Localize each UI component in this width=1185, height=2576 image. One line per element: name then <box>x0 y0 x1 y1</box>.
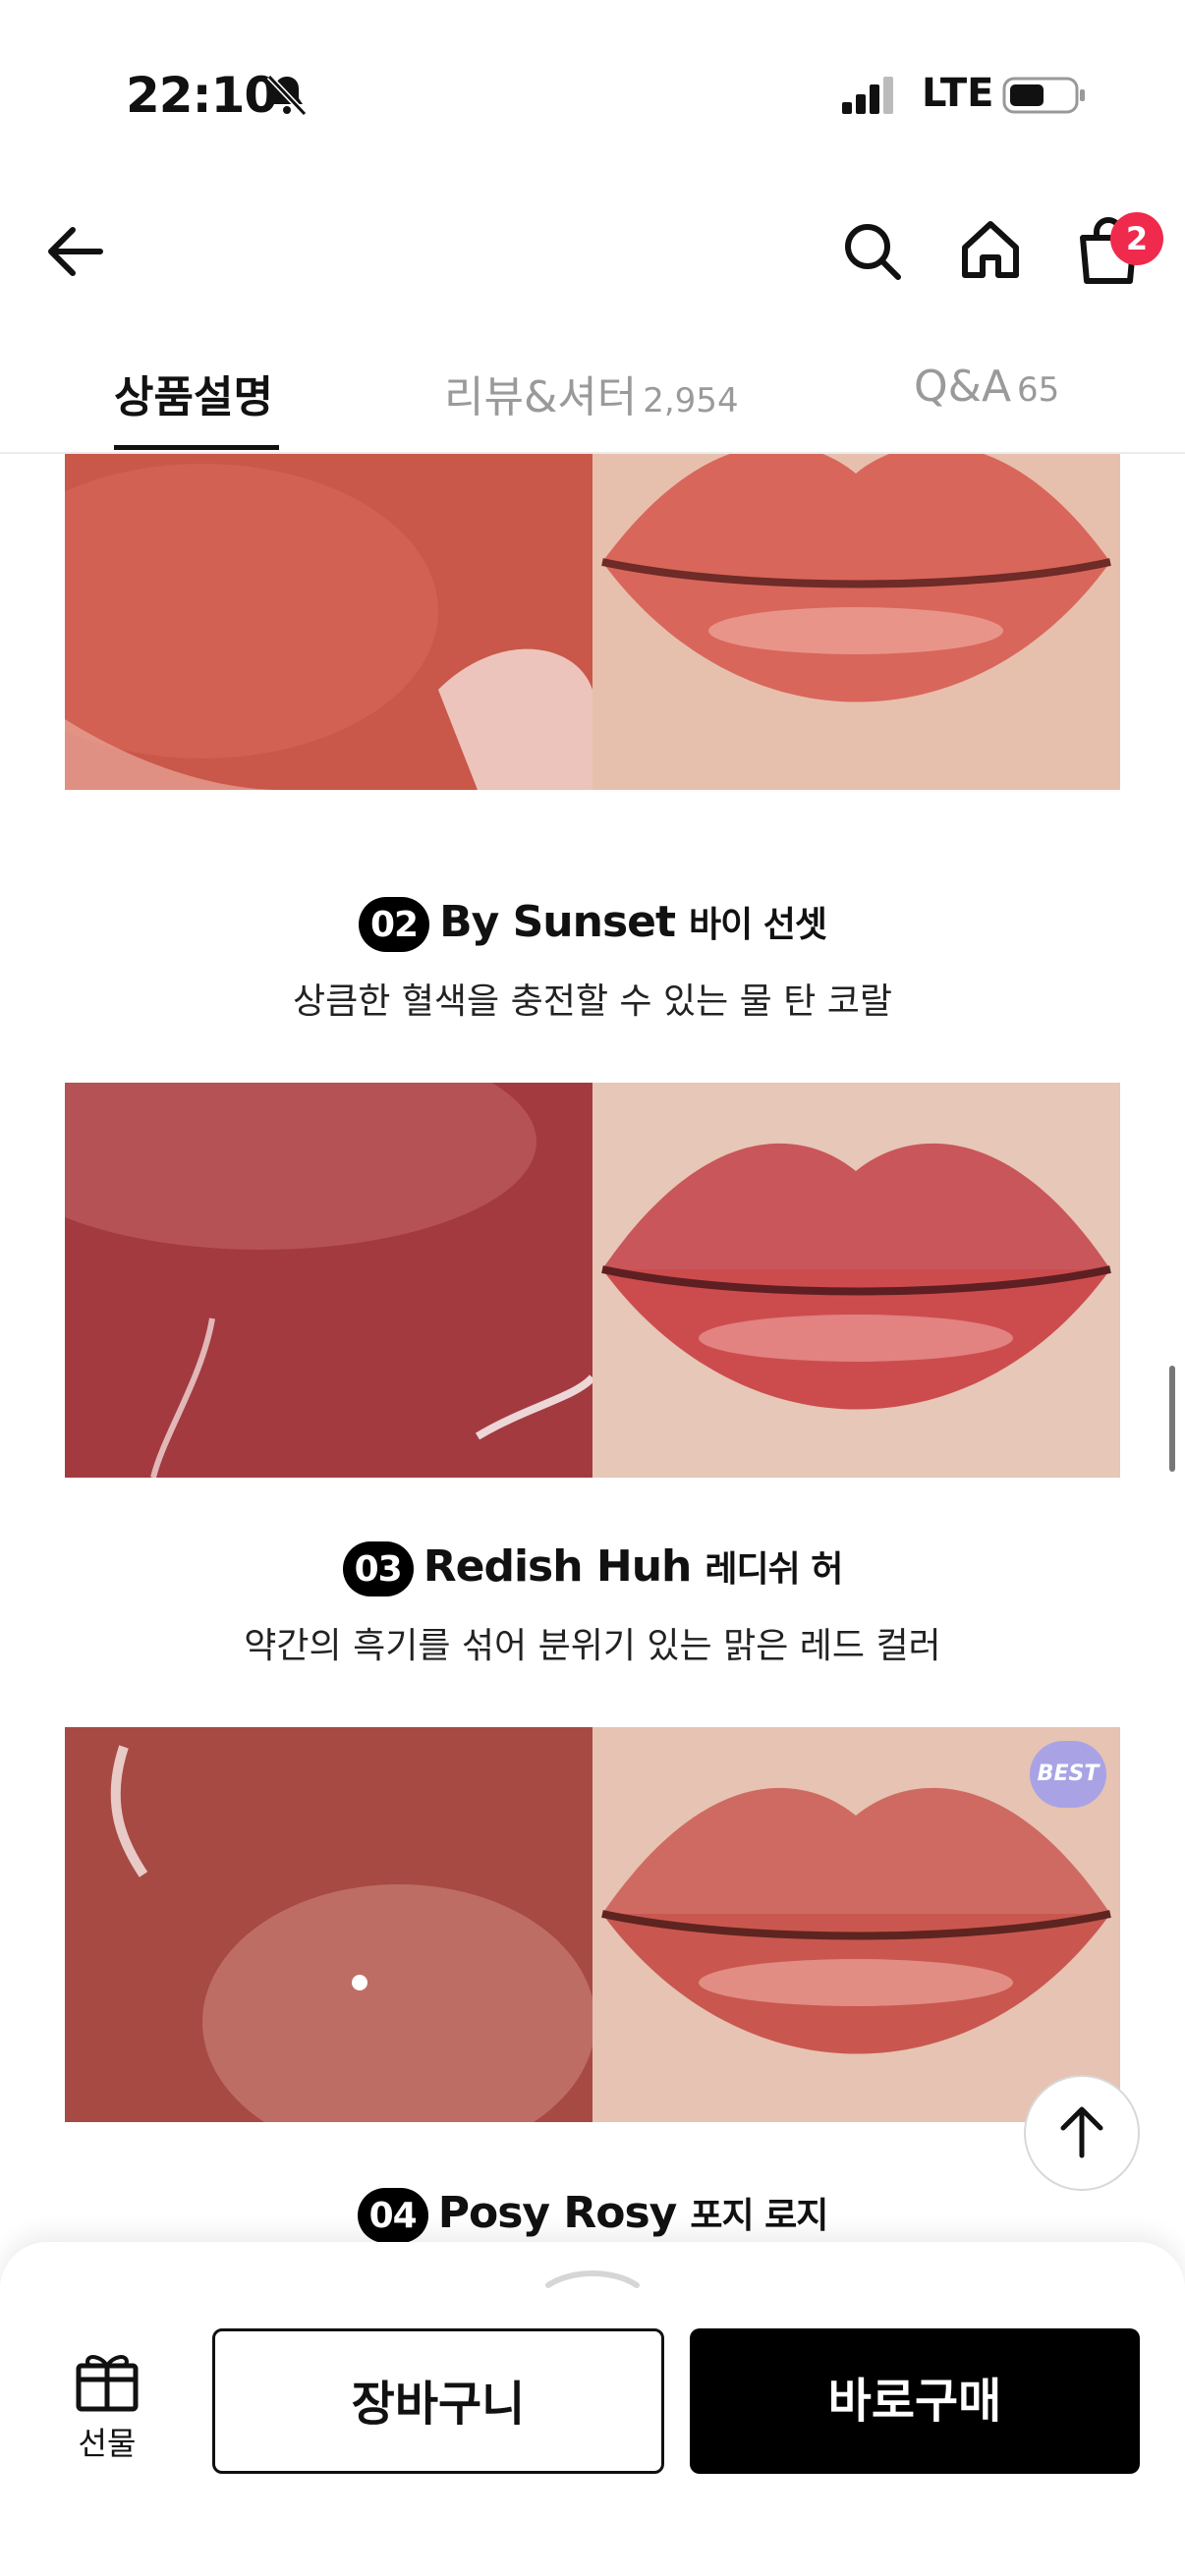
purchase-bottom-sheet: 선물 장바구니 바로구매 <box>0 2242 1185 2576</box>
product-detail-content: 02 By Sunset 바이 선셋 상큼한 혈색을 충전할 수 있는 물 탄 코랄… <box>0 454 1185 2242</box>
tab-label: 리뷰&셔터 <box>444 372 638 422</box>
shade-name-ko: 레디쉬 허 <box>705 1549 843 1590</box>
shade-name-ko: 포지 로지 <box>690 2196 828 2236</box>
signal-icon <box>842 77 893 114</box>
shade-number-badge: 02 <box>358 897 430 952</box>
shade-number-badge: 04 <box>357 2188 428 2242</box>
status-bar: 22:10 LTE <box>0 0 1185 187</box>
network-label: LTE <box>922 71 994 116</box>
gift-label: 선물 <box>78 2425 137 2462</box>
shade-name-ko: 바이 선셋 <box>689 905 827 945</box>
shade-image-row: BEST <box>65 1727 1120 2122</box>
swatch-texture-image <box>65 1727 592 2122</box>
gift-button[interactable]: 선물 <box>63 2344 151 2472</box>
active-tab-indicator <box>114 445 279 450</box>
home-icon[interactable] <box>955 214 1026 285</box>
shade-name-en: Redish Huh <box>423 1541 693 1592</box>
swatch-texture-image <box>65 1083 592 1478</box>
add-to-cart-button[interactable]: 장바구니 <box>212 2328 664 2474</box>
tab-label: 상품설명 <box>114 372 273 422</box>
tab-count: 65 <box>1017 370 1060 410</box>
back-arrow-icon[interactable] <box>39 216 110 287</box>
shade-image-row <box>65 1083 1120 1478</box>
tab-description[interactable]: 상품설명 <box>114 362 273 424</box>
bell-muted-icon <box>266 74 308 117</box>
gift-icon <box>76 2355 139 2412</box>
shade-title: 03 Redish Huh 레디쉬 허 <box>0 1540 1185 1596</box>
scrollbar-thumb[interactable] <box>1169 1366 1175 1472</box>
tab-reviews[interactable]: 리뷰&셔터 2,954 <box>444 362 739 424</box>
scroll-to-top-button[interactable] <box>1024 2075 1140 2191</box>
lip-swatch-image <box>592 454 1120 790</box>
shade-number-badge: 03 <box>342 1541 414 1596</box>
sheet-handle-icon[interactable] <box>542 2266 643 2291</box>
best-badge: BEST <box>1030 1741 1106 1808</box>
shade-image-row <box>65 454 1120 790</box>
shade-description: 약간의 흑기를 섞어 분위기 있는 맑은 레드 컬러 <box>244 1626 941 1666</box>
shade-title: 04 Posy Rosy 포지 로지 <box>0 2187 1185 2242</box>
tab-qa[interactable]: Q&A 65 <box>914 362 1059 412</box>
search-icon[interactable] <box>837 216 908 287</box>
app-header: 2 <box>0 187 1185 334</box>
product-tabs: 상품설명 리뷰&셔터 2,954 Q&A 65 <box>0 334 1185 454</box>
cart-count-badge: 2 <box>1110 212 1163 265</box>
shade-name-en: Posy Rosy <box>437 2188 678 2238</box>
buy-now-button[interactable]: 바로구매 <box>690 2328 1140 2474</box>
tab-label: Q&A <box>914 362 1012 412</box>
tab-count: 2,954 <box>643 381 739 420</box>
battery-icon <box>1002 77 1085 114</box>
shade-title: 02 By Sunset 바이 선셋 <box>0 896 1185 952</box>
status-time: 22:10 <box>126 67 278 124</box>
lip-swatch-image <box>592 1083 1120 1478</box>
swatch-texture-image <box>65 454 592 790</box>
arrow-up-icon <box>1060 2106 1103 2158</box>
shade-description: 상큼한 혈색을 충전할 수 있는 물 탄 코랄 <box>292 981 893 1022</box>
shade-name-en: By Sunset <box>439 897 676 947</box>
